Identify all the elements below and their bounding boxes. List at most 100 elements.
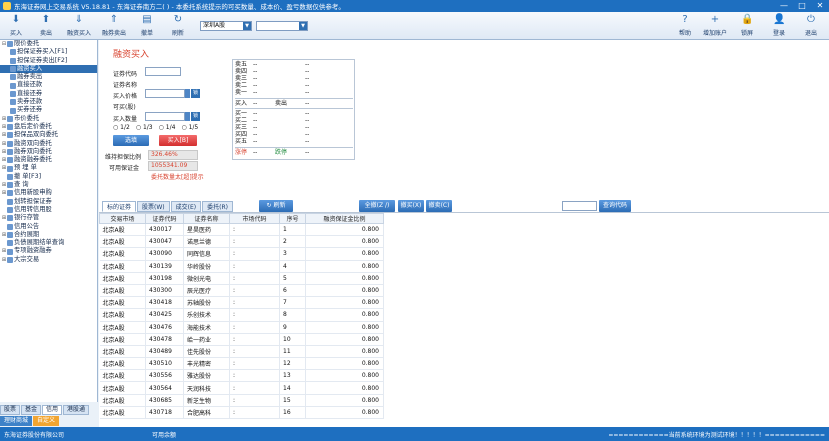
sidebar-item[interactable]: 撤 单[F3]: [0, 173, 97, 181]
sidebar-item[interactable]: 信用转信用股: [0, 206, 97, 214]
main-panel: 融资买入 证券代码 证券名称 买入价格 锁 可买(股) 买入数量 锁 ○ 1/2…: [99, 40, 829, 427]
add-account-label: 增加账户: [702, 30, 727, 37]
price-stepper[interactable]: [185, 89, 190, 98]
table-row[interactable]: 北京A股 430564 天润科技:14 0.800: [99, 381, 384, 395]
sidebar-item[interactable]: ⊞ 预 埋 单: [0, 164, 97, 172]
account-select[interactable]: ▼: [256, 21, 308, 31]
table-row[interactable]: 北京A股 430556 雅达股份:13 0.800: [99, 369, 384, 383]
market-select[interactable]: 深圳A股 ▼: [200, 21, 252, 31]
table-row[interactable]: 北京A股 430418 苏轴股份:7 0.800: [99, 296, 384, 310]
sidebar-item[interactable]: 担保证券买入[F1]: [0, 48, 97, 56]
select-fill-button[interactable]: 选填: [113, 135, 149, 146]
help-button[interactable]: ? 帮助: [672, 14, 698, 37]
radio-third[interactable]: ○ 1/3: [136, 124, 153, 131]
tab-deals[interactable]: 成交(E): [170, 201, 202, 212]
col-code[interactable]: 证券代码: [145, 213, 184, 224]
sidebar-item[interactable]: 融资买入: [0, 64, 97, 74]
sidebar-item[interactable]: ⊞ 专项融资融券: [0, 247, 97, 255]
sidebar-item[interactable]: ⊞ 担保品双向委托: [0, 131, 97, 139]
table-row[interactable]: 北京A股 430139 华岭股份:4 0.800: [99, 260, 384, 273]
maximize-icon[interactable]: □: [797, 1, 807, 11]
sidebar-item[interactable]: 信用公告: [0, 223, 97, 231]
tab-fund[interactable]: 基金: [21, 405, 42, 415]
table-row[interactable]: 北京A股 430718 合肥高科:16 0.800: [99, 406, 384, 420]
table-row[interactable]: 北京A股 430685 新芝生物:15 0.800: [99, 394, 384, 407]
sidebar-item[interactable]: 买券还券: [0, 106, 97, 114]
margin-buy-button[interactable]: ⇓ 融资买入: [64, 14, 94, 37]
radio-half[interactable]: ○ 1/2: [113, 124, 130, 131]
table-row[interactable]: 北京A股 430510 丰光精密:12 0.800: [99, 357, 384, 371]
table-row[interactable]: 北京A股 430478 峆一药业:10 0.800: [99, 333, 384, 346]
lock-screen-button[interactable]: 🔒 锁屏: [734, 14, 760, 37]
minimize-icon[interactable]: —: [779, 1, 789, 11]
sidebar-item[interactable]: ⊞ 信用新股申购: [0, 189, 97, 197]
tab-custom[interactable]: 自定义: [33, 416, 60, 426]
sidebar-item[interactable]: 担保证券卖出[F2]: [0, 57, 97, 65]
query-code-button[interactable]: 查询代码: [599, 200, 631, 212]
table-row[interactable]: 北京A股 430476 海能技术:9 0.800: [99, 321, 384, 334]
login-button[interactable]: 👤 登录: [766, 14, 792, 37]
sidebar-item[interactable]: ⊞ 银行存管: [0, 214, 97, 222]
exit-button[interactable]: ⏻ 退出: [798, 14, 824, 37]
table-row[interactable]: 北京A股 430198 微创光电:5 0.800: [99, 272, 384, 285]
buy-button[interactable]: ⬇ 买入: [3, 14, 29, 37]
sidebar-item[interactable]: ⊞ 大宗交易: [0, 256, 97, 264]
sidebar-item[interactable]: ⊞ 合约展期: [0, 231, 97, 239]
cancel-order-button[interactable]: ▤ 撤单: [134, 14, 160, 37]
cancel-buy-button[interactable]: 撤买(X): [398, 200, 424, 212]
table-row[interactable]: 北京A股 430017 星昊医药:1 0.800: [99, 223, 384, 237]
table-cell: :: [229, 345, 280, 359]
tab-stocks[interactable]: 股票(W): [137, 201, 170, 212]
table-row[interactable]: 北京A股 430300 辰光医疗:6 0.800: [99, 284, 384, 298]
sidebar-item[interactable]: ⊞ 融资双向委托: [0, 140, 97, 148]
table-cell: 北京A股: [99, 345, 146, 359]
sidebar-item[interactable]: ⊞ 市价委托: [0, 115, 97, 123]
sidebar-item[interactable]: 直接还券: [0, 90, 97, 98]
col-market-code[interactable]: 市场代码: [229, 213, 280, 224]
table-row[interactable]: 北京A股 430425 乐创技术:8 0.800: [99, 308, 384, 322]
radio-fifth[interactable]: ○ 1/5: [181, 124, 198, 131]
refresh-button[interactable]: ↻ 刷新: [165, 14, 191, 37]
close-icon[interactable]: ✕: [815, 1, 825, 11]
table-cell: 11: [279, 345, 306, 359]
col-seq[interactable]: 序号: [279, 213, 306, 224]
tab-wealth-mall[interactable]: 理财商城: [0, 416, 33, 426]
col-margin-ratio[interactable]: 融资保证金比例: [305, 213, 384, 224]
table-row[interactable]: 北京A股 430047 诺思兰德:2 0.800: [99, 235, 384, 249]
price-label: 买入价格: [113, 93, 138, 100]
col-name[interactable]: 证券名称: [183, 213, 230, 224]
code-input[interactable]: [145, 67, 181, 76]
sidebar-item[interactable]: 融券卖出: [0, 73, 97, 81]
toolbar: ⬇ 买入 ⬆ 卖出 ⇓ 融资买入 ⇑ 融券卖出 ▤ 撤单 ↻ 刷新 深圳A股 ▼…: [0, 12, 829, 40]
col-market[interactable]: 交易市场: [99, 213, 146, 224]
table-row[interactable]: 北京A股 430489 佳先股份:11 0.800: [99, 345, 384, 359]
tab-credit[interactable]: 信用: [42, 405, 63, 415]
table-row[interactable]: 北京A股 430090 同辉信息:3 0.800: [99, 247, 384, 261]
add-account-button[interactable]: + 增加账户: [700, 14, 730, 37]
cancel-sell-button[interactable]: 撤卖(C): [426, 200, 452, 212]
sell-button[interactable]: ⬆ 卖出: [33, 14, 59, 37]
short-sell-button[interactable]: ⇑ 融券卖出: [99, 14, 129, 37]
qty-input[interactable]: [145, 112, 185, 121]
tab-stock[interactable]: 股票: [0, 405, 21, 415]
buy-submit-button[interactable]: 买入[B]: [159, 135, 197, 146]
qty-stepper[interactable]: [185, 112, 190, 121]
chevron-down-icon: ▼: [243, 22, 251, 30]
code-search-input[interactable]: [562, 201, 597, 211]
sidebar-item[interactable]: 卖券还款: [0, 98, 97, 106]
table-refresh-button[interactable]: ↻ 刷新: [259, 200, 293, 212]
price-lock-button[interactable]: 锁: [191, 89, 200, 98]
price-input[interactable]: [145, 89, 185, 98]
qty-lock-button[interactable]: 锁: [191, 112, 200, 121]
sidebar-item[interactable]: 划转担保证券: [0, 198, 97, 206]
tab-underlying[interactable]: 标的证券: [102, 201, 137, 212]
cancel-all-button[interactable]: 全撤(Z /): [359, 200, 395, 212]
sidebar-item[interactable]: 直接还款: [0, 81, 97, 89]
table-cell: 15: [279, 394, 306, 407]
sidebar-item[interactable]: ⊞ 融券双向委托: [0, 148, 97, 156]
login-icon: 👤: [773, 14, 786, 25]
menu-item-icon: [10, 49, 16, 56]
tab-orders[interactable]: 委托(R): [202, 201, 233, 212]
radio-quarter[interactable]: ○ 1/4: [159, 124, 176, 131]
tab-hk-connect[interactable]: 港股通: [63, 405, 90, 415]
